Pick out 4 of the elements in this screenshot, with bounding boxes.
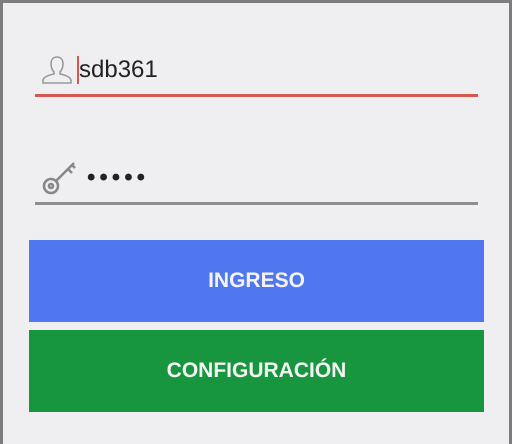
user-icon xyxy=(41,54,73,86)
login-button[interactable]: INGRESO xyxy=(29,240,484,322)
password-field[interactable]: ••••• xyxy=(35,153,478,205)
username-field[interactable]: sdb361 xyxy=(35,45,478,97)
